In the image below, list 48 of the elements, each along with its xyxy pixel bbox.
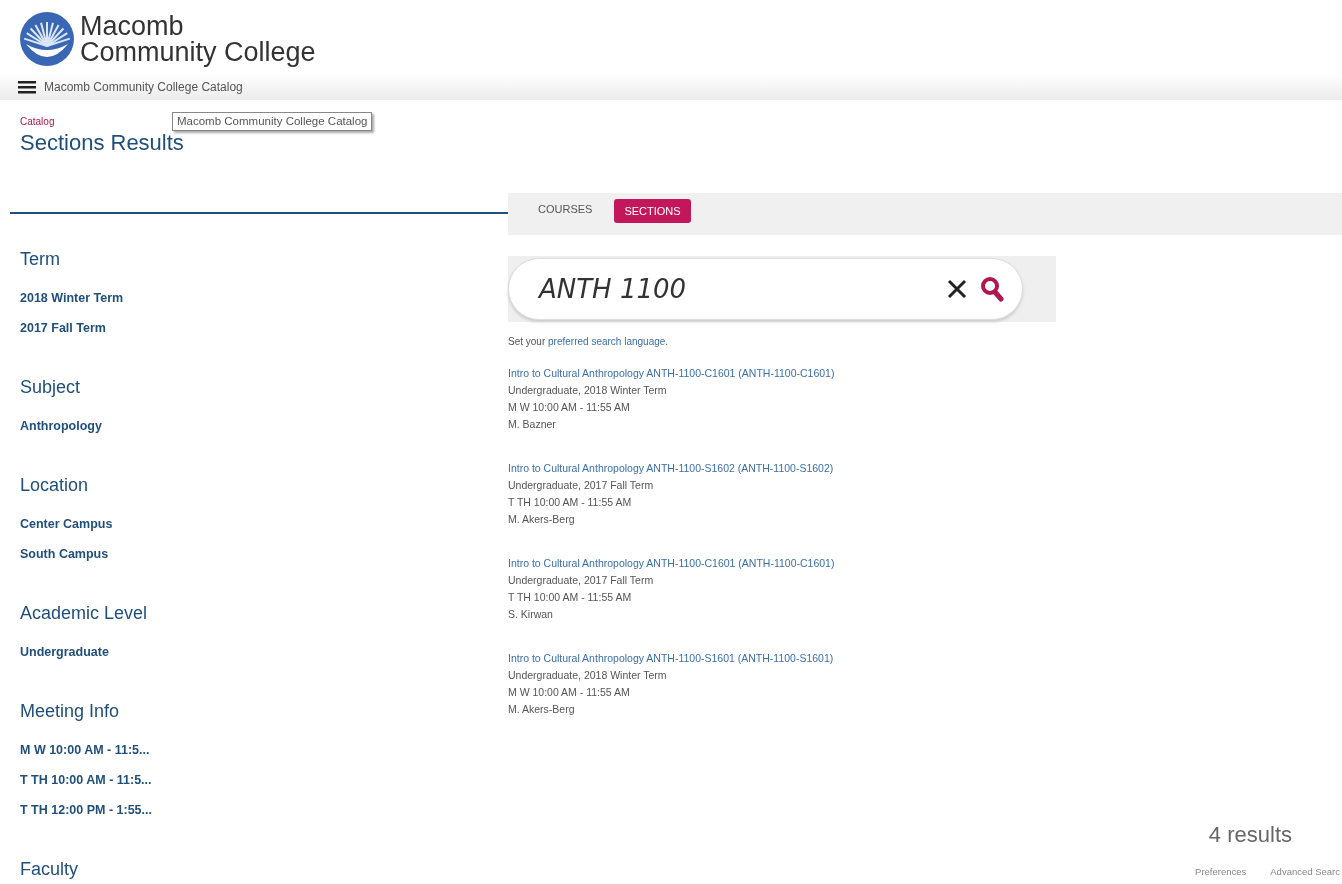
tab[interactable]: SECTIONS — [614, 199, 691, 223]
facet-link[interactable]: Undergraduate — [20, 637, 109, 667]
section-meeting-time: T TH 10:00 AM - 11:55 AM — [508, 495, 632, 510]
page-title: Sections Results — [20, 129, 184, 157]
facet-link[interactable]: South Campus — [20, 539, 109, 569]
facet-heading: Academic Level — [20, 602, 148, 625]
footer-link[interactable]: Advanced Searc — [1270, 865, 1340, 880]
section-title-link[interactable]: Intro to Cultural Anthropology ANTH-1100-S1602 (ANTH-1100-S1602) — [508, 460, 834, 477]
footer-link[interactable]: Preferences — [1195, 865, 1247, 880]
menu-icon[interactable] — [18, 80, 36, 94]
section-term: Undergraduate, 2017 Fall Term — [508, 478, 654, 493]
search-field[interactable]: ANTH 1100 — [508, 258, 1023, 320]
college-logo-icon — [18, 10, 76, 68]
close-icon[interactable] — [946, 278, 968, 300]
section-title-link[interactable]: Intro to Cultural Anthropology ANTH-1100-C1601 (ANTH-1100-C1601) — [508, 555, 835, 572]
facet-link[interactable]: M W 10:00 AM - 11:5... — [20, 735, 150, 765]
facet-heading: Term — [20, 248, 60, 271]
tooltip: Macomb Community College Catalog — [172, 112, 373, 132]
section-faculty: S. Kirwan — [508, 607, 553, 622]
section-term: Undergraduate, 2018 Winter Term — [508, 668, 667, 683]
search-icon[interactable] — [980, 276, 1004, 302]
facet-link[interactable]: T TH 12:00 PM - 1:55... — [20, 795, 152, 825]
section-meeting-time: T TH 10:00 AM - 11:55 AM — [508, 590, 632, 605]
facet-link[interactable]: Anthropology — [20, 411, 102, 441]
logo-wordmark-subtitle: Community College — [80, 39, 316, 65]
section-faculty: M. Akers-Berg — [508, 702, 575, 717]
section-faculty: M. Bazner — [508, 417, 556, 432]
facet-link[interactable]: Center Campus — [20, 509, 113, 539]
breadcrumb-link[interactable]: Catalog — [20, 114, 55, 129]
facet-link[interactable]: 2017 Fall Term — [20, 313, 106, 343]
facet-heading: Faculty — [20, 858, 79, 881]
section-title-link[interactable]: Intro to Cultural Anthropology ANTH-1100-S1601 (ANTH-1100-S1601) — [508, 650, 834, 667]
language-note: Set your preferred search language. — [508, 335, 669, 349]
section-term: Undergraduate, 2017 Fall Term — [508, 573, 654, 588]
section-meeting-time: M W 10:00 AM - 11:55 AM — [508, 685, 630, 700]
tab[interactable]: COURSES — [536, 197, 595, 221]
facet-heading: Location — [20, 474, 89, 497]
section-faculty: M. Akers-Berg — [508, 512, 575, 527]
facet-link[interactable]: 2018 Winter Term — [20, 283, 124, 313]
result-count: 4 results — [1208, 821, 1292, 849]
section-meeting-time: M W 10:00 AM - 11:55 AM — [508, 400, 630, 415]
section-term: Undergraduate, 2018 Winter Term — [508, 383, 667, 398]
catalog-title-link[interactable]: Macomb Community College Catalog — [44, 78, 243, 96]
facet-heading: Meeting Info — [20, 700, 120, 723]
section-title-link[interactable]: Intro to Cultural Anthropology ANTH-1100-C1601 (ANTH-1100-C1601) — [508, 365, 835, 382]
facet-heading: Subject — [20, 376, 81, 399]
logo-wordmark: Macomb — [80, 13, 185, 39]
facet-link[interactable]: T TH 10:00 AM - 11:5... — [20, 765, 152, 795]
